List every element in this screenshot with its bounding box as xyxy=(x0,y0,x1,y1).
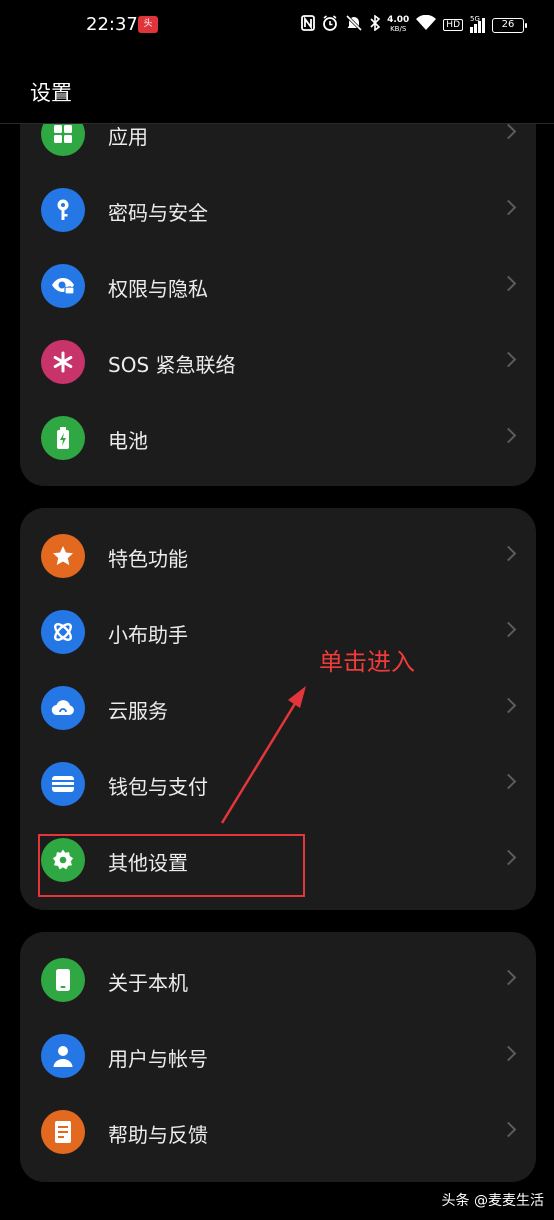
setting-item-battery[interactable]: 电池 xyxy=(20,400,536,476)
chevron-right-icon xyxy=(500,969,517,986)
network-speed-unit: KB/S xyxy=(390,25,407,33)
setting-label: 密码与安全 xyxy=(108,201,208,225)
news-app-notification-icon: 头 xyxy=(138,16,158,33)
signal-type: 5G xyxy=(470,14,480,23)
chevron-right-icon xyxy=(500,275,517,292)
chevron-right-icon xyxy=(500,1121,517,1138)
settings-group-1: 应用 密码与安全 权限与隐私 SOS 紧急联络 电池 xyxy=(20,96,536,486)
chevron-right-icon xyxy=(500,773,517,790)
privacy-eye-icon xyxy=(41,264,85,308)
network-speed-value: 4.00 xyxy=(387,15,410,25)
setting-item-about-phone[interactable]: 关于本机 xyxy=(20,942,536,1018)
setting-label: 关于本机 xyxy=(108,971,188,995)
chevron-right-icon xyxy=(500,545,517,562)
annotation-text: 单击进入 xyxy=(319,648,415,676)
battery-indicator: 26 xyxy=(492,17,527,33)
help-book-icon xyxy=(41,1110,85,1154)
chevron-right-icon xyxy=(500,351,517,368)
chevron-right-icon xyxy=(500,1045,517,1062)
battery-icon xyxy=(41,416,85,460)
chevron-right-icon xyxy=(500,427,517,444)
wifi-icon xyxy=(416,14,437,35)
setting-label: 电池 xyxy=(108,429,148,453)
cloud-icon xyxy=(41,686,85,730)
status-bar: 22:37 头 4.00 KB/S HD 5G 26 xyxy=(0,0,554,50)
setting-item-assistant[interactable]: 小布助手 xyxy=(20,594,536,670)
setting-label: 小布助手 xyxy=(108,623,188,647)
chevron-right-icon xyxy=(500,123,517,140)
setting-item-help-feedback[interactable]: 帮助与反馈 xyxy=(20,1094,536,1170)
watermark: 头条 @麦麦生活 xyxy=(441,1193,544,1209)
chevron-right-icon xyxy=(500,849,517,866)
setting-item-users-accounts[interactable]: 用户与帐号 xyxy=(20,1018,536,1094)
hd-icon: HD xyxy=(443,19,463,31)
setting-label: 用户与帐号 xyxy=(108,1047,208,1071)
status-time: 22:37 xyxy=(86,14,138,35)
network-speed: 4.00 KB/S xyxy=(387,16,409,34)
nfc-icon xyxy=(301,15,315,35)
setting-label: 应用 xyxy=(108,125,148,149)
signal-icon: 5G xyxy=(470,14,485,33)
page-title: 设置 xyxy=(30,81,72,105)
phone-icon xyxy=(41,958,85,1002)
highlight-box xyxy=(38,834,305,897)
chevron-right-icon xyxy=(500,697,517,714)
header: 设置 xyxy=(0,50,554,124)
alarm-icon xyxy=(322,15,338,35)
setting-item-permissions-privacy[interactable]: 权限与隐私 xyxy=(20,248,536,324)
setting-item-cloud[interactable]: 云服务 xyxy=(20,670,536,746)
mute-icon xyxy=(345,14,363,35)
setting-label: 帮助与反馈 xyxy=(108,1123,208,1147)
chevron-right-icon xyxy=(500,199,517,216)
setting-label: 云服务 xyxy=(108,699,168,723)
chevron-right-icon xyxy=(500,621,517,638)
assistant-icon xyxy=(41,610,85,654)
user-icon xyxy=(41,1034,85,1078)
setting-label: SOS 紧急联络 xyxy=(108,353,236,377)
setting-item-wallet[interactable]: 钱包与支付 xyxy=(20,746,536,822)
star-icon xyxy=(41,534,85,578)
setting-label: 权限与隐私 xyxy=(108,277,208,301)
status-icons: 4.00 KB/S HD 5G 26 xyxy=(301,12,527,38)
setting-item-sos[interactable]: SOS 紧急联络 xyxy=(20,324,536,400)
settings-group-3: 关于本机 用户与帐号 帮助与反馈 xyxy=(20,932,536,1182)
setting-item-password-security[interactable]: 密码与安全 xyxy=(20,172,536,248)
key-icon xyxy=(41,188,85,232)
setting-label: 特色功能 xyxy=(108,547,188,571)
bluetooth-icon xyxy=(370,14,381,35)
setting-item-featured[interactable]: 特色功能 xyxy=(20,518,536,594)
wallet-icon xyxy=(41,762,85,806)
sos-asterisk-icon xyxy=(41,340,85,384)
setting-label: 钱包与支付 xyxy=(108,775,208,799)
